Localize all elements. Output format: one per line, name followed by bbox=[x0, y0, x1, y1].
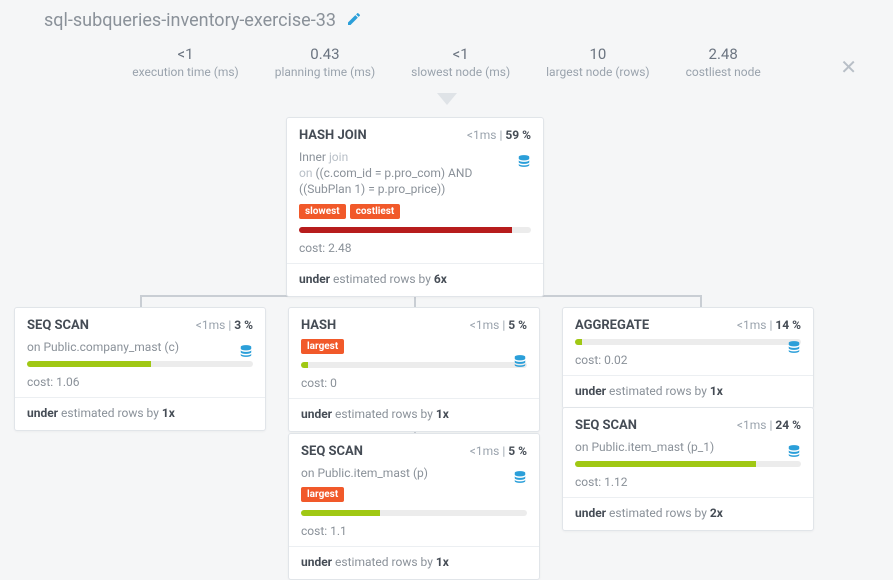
node-title: AGGREGATE bbox=[575, 318, 649, 333]
cost-row: cost: 0 bbox=[301, 374, 527, 392]
node-meta: <1ms | 14 % bbox=[737, 318, 801, 332]
stat-costliest-node: 2.48costliest node bbox=[686, 45, 761, 79]
estimate-row: under estimated rows by 1x bbox=[575, 382, 801, 400]
estimate-row: under estimated rows by 1x bbox=[301, 405, 527, 423]
node-meta: <1ms | 5 % bbox=[470, 318, 527, 332]
node-hash[interactable]: HASH <1ms | 5 % largest cost: 0 under est… bbox=[288, 307, 540, 432]
badges: largest bbox=[301, 487, 527, 502]
node-seq-scan-company[interactable]: SEQ SCAN <1ms | 3 % on Public.company_mas… bbox=[14, 307, 266, 431]
node-aggregate[interactable]: AGGREGATE <1ms | 14 % cost: 0.02 under es… bbox=[562, 307, 814, 409]
node-hash-join[interactable]: HASH JOIN <1ms | 59 % Inner joinon ((c.co… bbox=[286, 117, 544, 297]
estimate-row: under estimated rows by 2x bbox=[575, 504, 801, 522]
stat-largest-node: 10largest node (rows) bbox=[546, 45, 649, 79]
badge-slowest: slowest bbox=[299, 204, 346, 219]
edit-icon[interactable] bbox=[346, 11, 362, 31]
stat-planning-time: 0.43planning time (ms) bbox=[275, 45, 375, 79]
cost-bar bbox=[301, 362, 527, 368]
database-icon bbox=[239, 344, 253, 362]
cost-bar bbox=[299, 227, 531, 233]
stats-row: <1execution time (ms) 0.43planning time … bbox=[0, 37, 893, 99]
node-title: SEQ SCAN bbox=[27, 318, 89, 333]
node-title: SEQ SCAN bbox=[575, 418, 637, 433]
node-title: HASH JOIN bbox=[299, 128, 367, 143]
cost-bar bbox=[575, 461, 801, 467]
cost-bar bbox=[27, 361, 253, 367]
close-icon[interactable]: ✕ bbox=[840, 55, 857, 79]
node-meta: <1ms | 3 % bbox=[196, 318, 253, 332]
cost-row: cost: 2.48 bbox=[299, 239, 531, 257]
connector bbox=[140, 295, 142, 307]
node-meta: <1ms | 59 % bbox=[467, 128, 531, 142]
badge-costliest: costliest bbox=[350, 204, 401, 219]
stat-execution-time: <1execution time (ms) bbox=[132, 45, 238, 79]
connector bbox=[700, 295, 702, 307]
stat-slowest-node: <1slowest node (ms) bbox=[411, 45, 510, 79]
node-title: SEQ SCAN bbox=[301, 444, 363, 459]
node-on: on Public.company_mast (c) bbox=[27, 339, 237, 355]
badges: largest bbox=[301, 339, 527, 354]
page-title: sql-subqueries-inventory-exercise-33 bbox=[44, 10, 336, 31]
estimate-row: under estimated rows by 1x bbox=[301, 553, 527, 571]
node-seq-scan-item-p1[interactable]: SEQ SCAN <1ms | 24 % on Public.item_mast … bbox=[562, 407, 814, 531]
database-icon bbox=[513, 354, 527, 372]
cost-row: cost: 1.12 bbox=[575, 473, 801, 491]
badges: slowest costliest bbox=[299, 204, 531, 219]
cost-row: cost: 0.02 bbox=[575, 351, 801, 369]
estimate-row: under estimated rows by 1x bbox=[27, 404, 253, 422]
connector bbox=[414, 295, 416, 307]
node-meta: <1ms | 5 % bbox=[470, 444, 527, 458]
node-on: on Public.item_mast (p_1) bbox=[575, 439, 785, 455]
database-icon bbox=[787, 444, 801, 462]
badge-largest: largest bbox=[301, 339, 344, 354]
cost-row: cost: 1.1 bbox=[301, 522, 527, 540]
cost-row: cost: 1.06 bbox=[27, 373, 253, 391]
node-meta: <1ms | 24 % bbox=[737, 418, 801, 432]
estimate-row: under estimated rows by 6x bbox=[299, 270, 531, 288]
database-icon bbox=[787, 340, 801, 358]
node-title: HASH bbox=[301, 318, 336, 333]
node-seq-scan-item-p[interactable]: SEQ SCAN <1ms | 5 % on Public.item_mast (… bbox=[288, 433, 540, 580]
node-description: Inner joinon ((c.com_id = p.pro_com) AND… bbox=[299, 149, 509, 198]
title-bar: sql-subqueries-inventory-exercise-33 bbox=[0, 0, 893, 37]
database-icon bbox=[513, 470, 527, 488]
cost-bar bbox=[575, 339, 801, 345]
cost-bar bbox=[301, 510, 527, 516]
database-icon bbox=[517, 154, 531, 172]
node-on: on Public.item_mast (p) bbox=[301, 465, 511, 481]
badge-largest: largest bbox=[301, 487, 344, 502]
plan-canvas: HASH JOIN <1ms | 59 % Inner joinon ((c.co… bbox=[0, 105, 893, 575]
